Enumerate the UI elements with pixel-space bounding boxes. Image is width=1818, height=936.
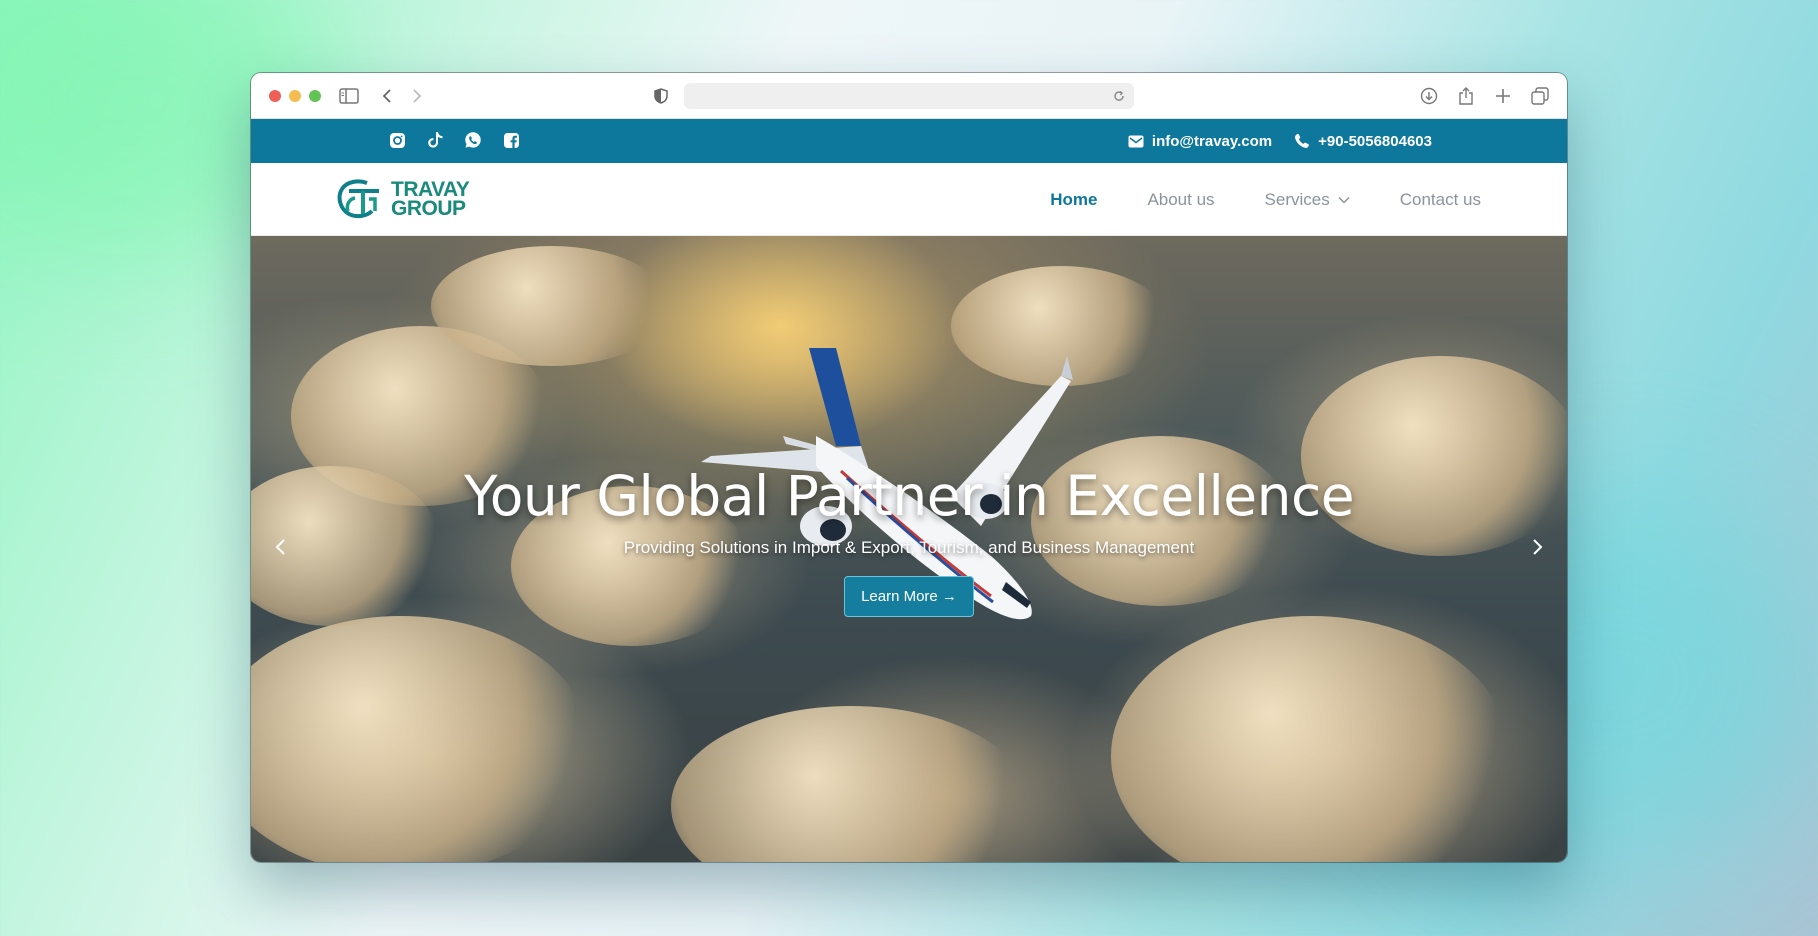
main-navigation: TRAVAY GROUP Home About us Services Cont… <box>251 163 1567 236</box>
mail-icon <box>1128 135 1144 147</box>
hero-content: Your Global Partner in Excellence Provid… <box>251 464 1567 617</box>
facebook-icon[interactable] <box>501 130 521 150</box>
social-links <box>387 130 521 150</box>
logo-wordmark: TRAVAY GROUP <box>391 179 470 220</box>
back-icon[interactable] <box>375 84 399 108</box>
sidebar-icon[interactable] <box>337 84 361 108</box>
contact-info: info@travay.com +90-5056804603 <box>1128 119 1432 163</box>
window-controls <box>269 90 321 102</box>
hero-subtitle: Providing Solutions in Import & Export, … <box>623 538 1195 557</box>
phone-icon <box>1295 133 1309 148</box>
carousel-next-icon[interactable] <box>1527 536 1549 558</box>
learn-more-button[interactable]: Learn More → <box>844 576 974 617</box>
hero-title: Your Global Partner in Excellence <box>463 464 1355 528</box>
minimize-window-button[interactable] <box>289 90 301 102</box>
share-icon[interactable] <box>1454 84 1478 108</box>
nav-menu: Home About us Services Contact us <box>1050 163 1481 236</box>
tiktok-icon[interactable] <box>425 130 445 150</box>
shield-icon[interactable] <box>649 84 673 108</box>
email-text: info@travay.com <box>1151 132 1273 150</box>
whatsapp-icon[interactable] <box>463 130 483 150</box>
reload-icon[interactable] <box>1110 87 1128 105</box>
download-icon[interactable] <box>1417 84 1441 108</box>
company-logo[interactable]: TRAVAY GROUP <box>337 179 470 220</box>
zoom-window-button[interactable] <box>309 90 321 102</box>
chevron-down-icon <box>1338 196 1350 204</box>
carousel-prev-icon[interactable] <box>269 536 291 558</box>
new-tab-icon[interactable] <box>1491 84 1515 108</box>
browser-toolbar <box>251 73 1567 119</box>
hero-section: Your Global Partner in Excellence Provid… <box>251 236 1567 862</box>
nav-services[interactable]: Services <box>1265 190 1350 210</box>
browser-window: info@travay.com +90-5056804603 TRAVAY GR… <box>251 73 1567 862</box>
instagram-icon[interactable] <box>387 130 407 150</box>
email-link[interactable]: info@travay.com <box>1128 133 1272 150</box>
top-contact-bar: info@travay.com +90-5056804603 <box>251 119 1567 163</box>
phone-text: +90-5056804603 <box>1318 132 1432 150</box>
logo-mark-icon <box>337 179 379 219</box>
close-window-button[interactable] <box>269 90 281 102</box>
logo-line-2: GROUP <box>391 197 466 220</box>
phone-link[interactable]: +90-5056804603 <box>1294 133 1432 150</box>
nav-about[interactable]: About us <box>1147 190 1214 210</box>
tabs-icon[interactable] <box>1528 84 1552 108</box>
nav-home[interactable]: Home <box>1050 190 1097 210</box>
address-bar[interactable] <box>684 83 1134 109</box>
nav-contact[interactable]: Contact us <box>1400 190 1481 210</box>
forward-icon[interactable] <box>405 84 429 108</box>
nav-services-label: Services <box>1264 189 1330 209</box>
